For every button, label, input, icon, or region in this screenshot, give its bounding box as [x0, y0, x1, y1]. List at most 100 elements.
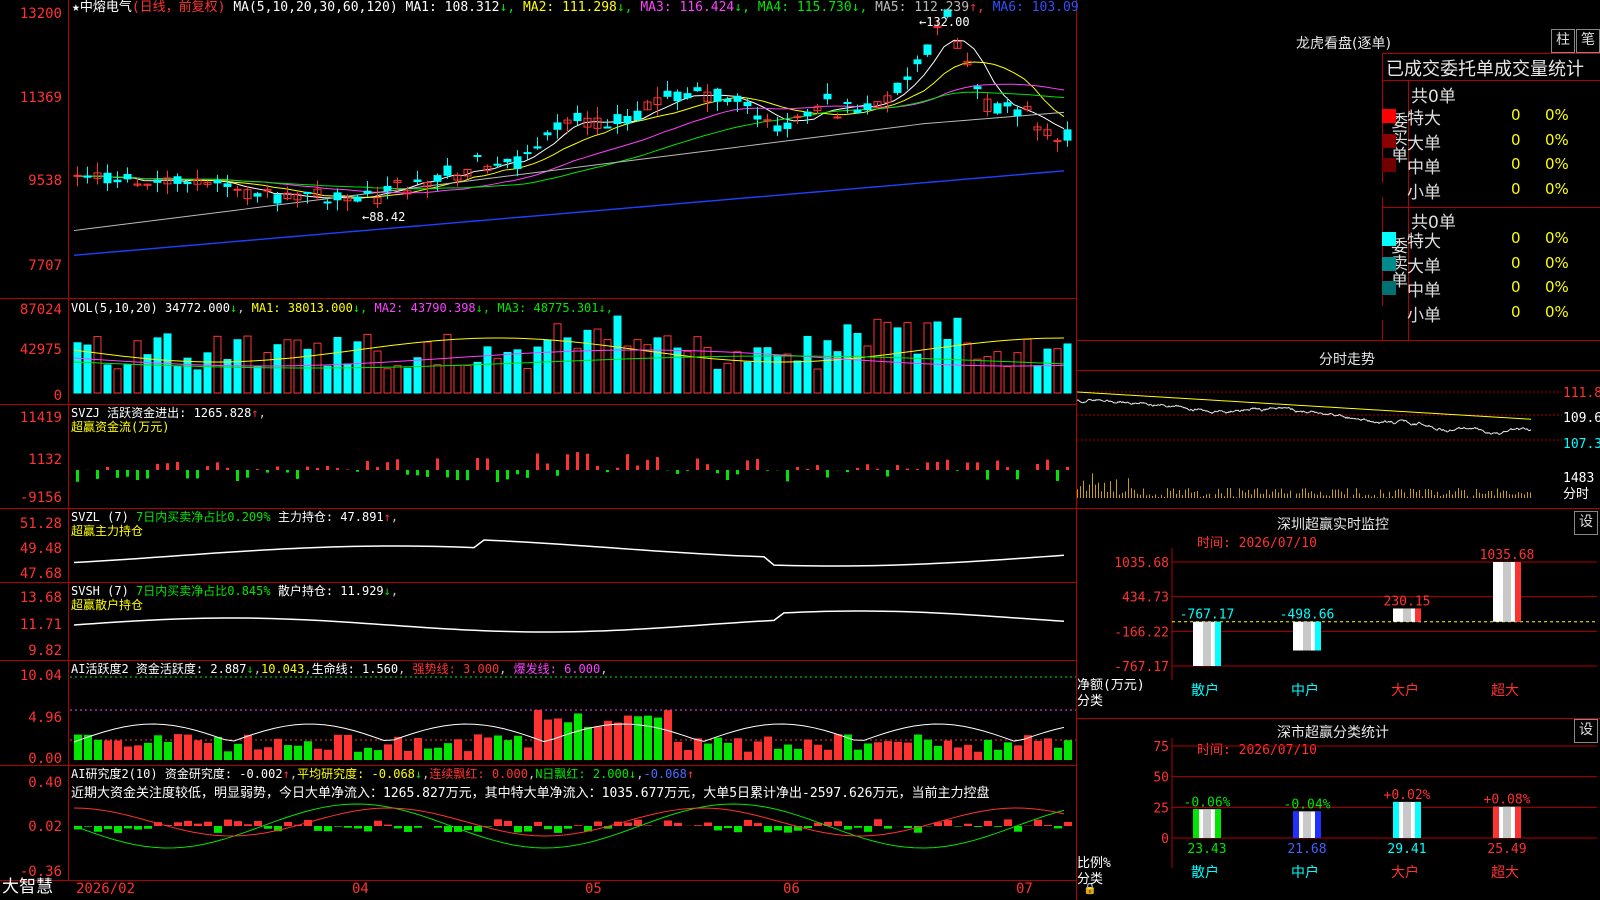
intraday-volume-bar	[1455, 491, 1456, 498]
activity-bar	[974, 751, 982, 760]
volume-bar	[953, 317, 962, 394]
candle-body	[753, 115, 762, 120]
low-price-annotation: ←88.42	[362, 210, 406, 224]
flow-bar	[766, 470, 769, 471]
research-line	[73, 803, 1065, 849]
legend-swatch	[1382, 182, 1396, 197]
chart-area[interactable]: ★中熔电气(日线，前复权) MA(5,10,20,30,60,120) MA1:…	[0, 0, 1097, 900]
candle-body	[913, 59, 922, 65]
pen-mode-button[interactable]: 笔	[1576, 29, 1600, 53]
intraday-volume-bar	[1380, 489, 1381, 498]
monitor-bar-highlight	[1203, 621, 1211, 666]
intraday-volume-bar	[1143, 488, 1144, 498]
flow-bar	[656, 457, 659, 470]
activity-bar	[84, 734, 92, 760]
flow-bar	[366, 460, 369, 470]
legend-swatch	[1382, 281, 1396, 295]
class-change-label: +0.08%	[1484, 793, 1531, 808]
candle-body	[363, 190, 372, 194]
class-bar-edge	[1393, 801, 1399, 838]
bar-mode-button[interactable]: 柱	[1551, 29, 1575, 53]
activity-bar	[294, 745, 302, 760]
activity-bar	[754, 741, 762, 760]
intraday-volume-bar	[1251, 494, 1252, 498]
intraday-volume-bar	[1242, 490, 1243, 498]
research-bar	[344, 826, 352, 828]
favorite-star-icon[interactable]: ★	[72, 0, 80, 15]
research-bar	[174, 822, 182, 826]
research-bar	[414, 826, 422, 828]
class-value-label: 29.41	[1387, 842, 1426, 857]
research-bar	[504, 820, 512, 826]
ma-line	[73, 61, 1065, 198]
research-bar	[774, 826, 782, 831]
flow-bar	[746, 460, 749, 470]
order-pct: 0%	[1545, 302, 1569, 321]
ai-research-header: AI研究度2(10) 资金研究度: -0.002↑,平均研究度: -0.068↓…	[71, 767, 695, 781]
period-label[interactable]: (日线，前复权)	[132, 0, 226, 15]
research-bar	[514, 826, 522, 833]
flow-bar	[556, 470, 559, 476]
candle-body	[213, 180, 222, 184]
volume-bar	[143, 354, 152, 394]
y-tick: 47.68	[19, 566, 62, 582]
activity-bar	[774, 748, 782, 760]
intraday-volume-bar	[1362, 496, 1363, 498]
activity-bar	[594, 726, 602, 760]
order-size-label: 小单	[1407, 305, 1441, 326]
activity-bar	[894, 741, 902, 760]
intraday-volume-bar	[1179, 490, 1180, 498]
research-bar	[964, 823, 972, 826]
volume-bar	[483, 346, 492, 394]
y-tick: 11419	[19, 410, 62, 426]
activity-bar	[204, 742, 212, 760]
research-bar	[864, 826, 872, 832]
high-price-annotation: ←132.00	[919, 15, 970, 29]
activity-bar	[834, 734, 842, 760]
intraday-volume-bar	[1527, 491, 1528, 498]
activity-bar	[964, 744, 972, 760]
flow-bar	[1016, 470, 1019, 480]
intraday-volume-bar	[1224, 496, 1225, 498]
research-bar	[764, 826, 772, 833]
activity-bar	[684, 750, 692, 760]
intraday-volume-bar	[1410, 488, 1411, 498]
volume-bar	[663, 335, 672, 394]
candle-body	[903, 76, 912, 80]
intraday-volume-bar	[1281, 488, 1282, 498]
flow-bar	[396, 459, 399, 470]
research-bar	[714, 826, 722, 831]
intraday-volume-bar	[1098, 482, 1099, 498]
intraday-volume-bar	[1146, 495, 1147, 498]
volume-bar	[463, 365, 472, 394]
activity-bar	[284, 745, 292, 760]
stock-name: 中熔电气	[79, 0, 132, 15]
candle-body	[803, 111, 812, 117]
ma-label: MA(5,10,20,30,60,120)	[233, 0, 398, 15]
research-bar	[204, 821, 212, 826]
dragon-title: 龙虎看盘(逐单)	[1296, 36, 1391, 52]
intraday-volume-bar	[1476, 488, 1477, 498]
volume-bar	[703, 347, 712, 394]
svzl-subtitle: 超赢主力持仓	[71, 524, 144, 538]
intraday-volume-bar	[1128, 478, 1129, 498]
volume-ma-value: MA3: 48775.301	[497, 301, 599, 315]
monitor-bar-label: -498.66	[1280, 608, 1335, 623]
intraday-volume-bar	[1089, 484, 1090, 498]
volume-bar	[853, 332, 862, 394]
candle-body	[673, 91, 682, 102]
activity-bar	[164, 741, 172, 760]
activity-bar	[404, 750, 412, 760]
activity-bar	[804, 739, 812, 760]
volume-bar	[1003, 366, 1012, 394]
research-bar	[494, 819, 502, 826]
chart-canvas[interactable]	[0, 0, 1077, 900]
intraday-chart[interactable]	[1077, 370, 1600, 508]
volume-header: VOL(5,10,20) 34772.000↓, MA1: 38013.000↓…	[71, 301, 613, 315]
intraday-volume-bar	[1437, 491, 1438, 498]
volume-bar	[383, 368, 392, 394]
intraday-volume-bar	[1272, 491, 1273, 498]
flow-bar	[796, 467, 799, 470]
activity-bar	[874, 742, 882, 760]
intraday-volume-bar	[1173, 488, 1174, 498]
